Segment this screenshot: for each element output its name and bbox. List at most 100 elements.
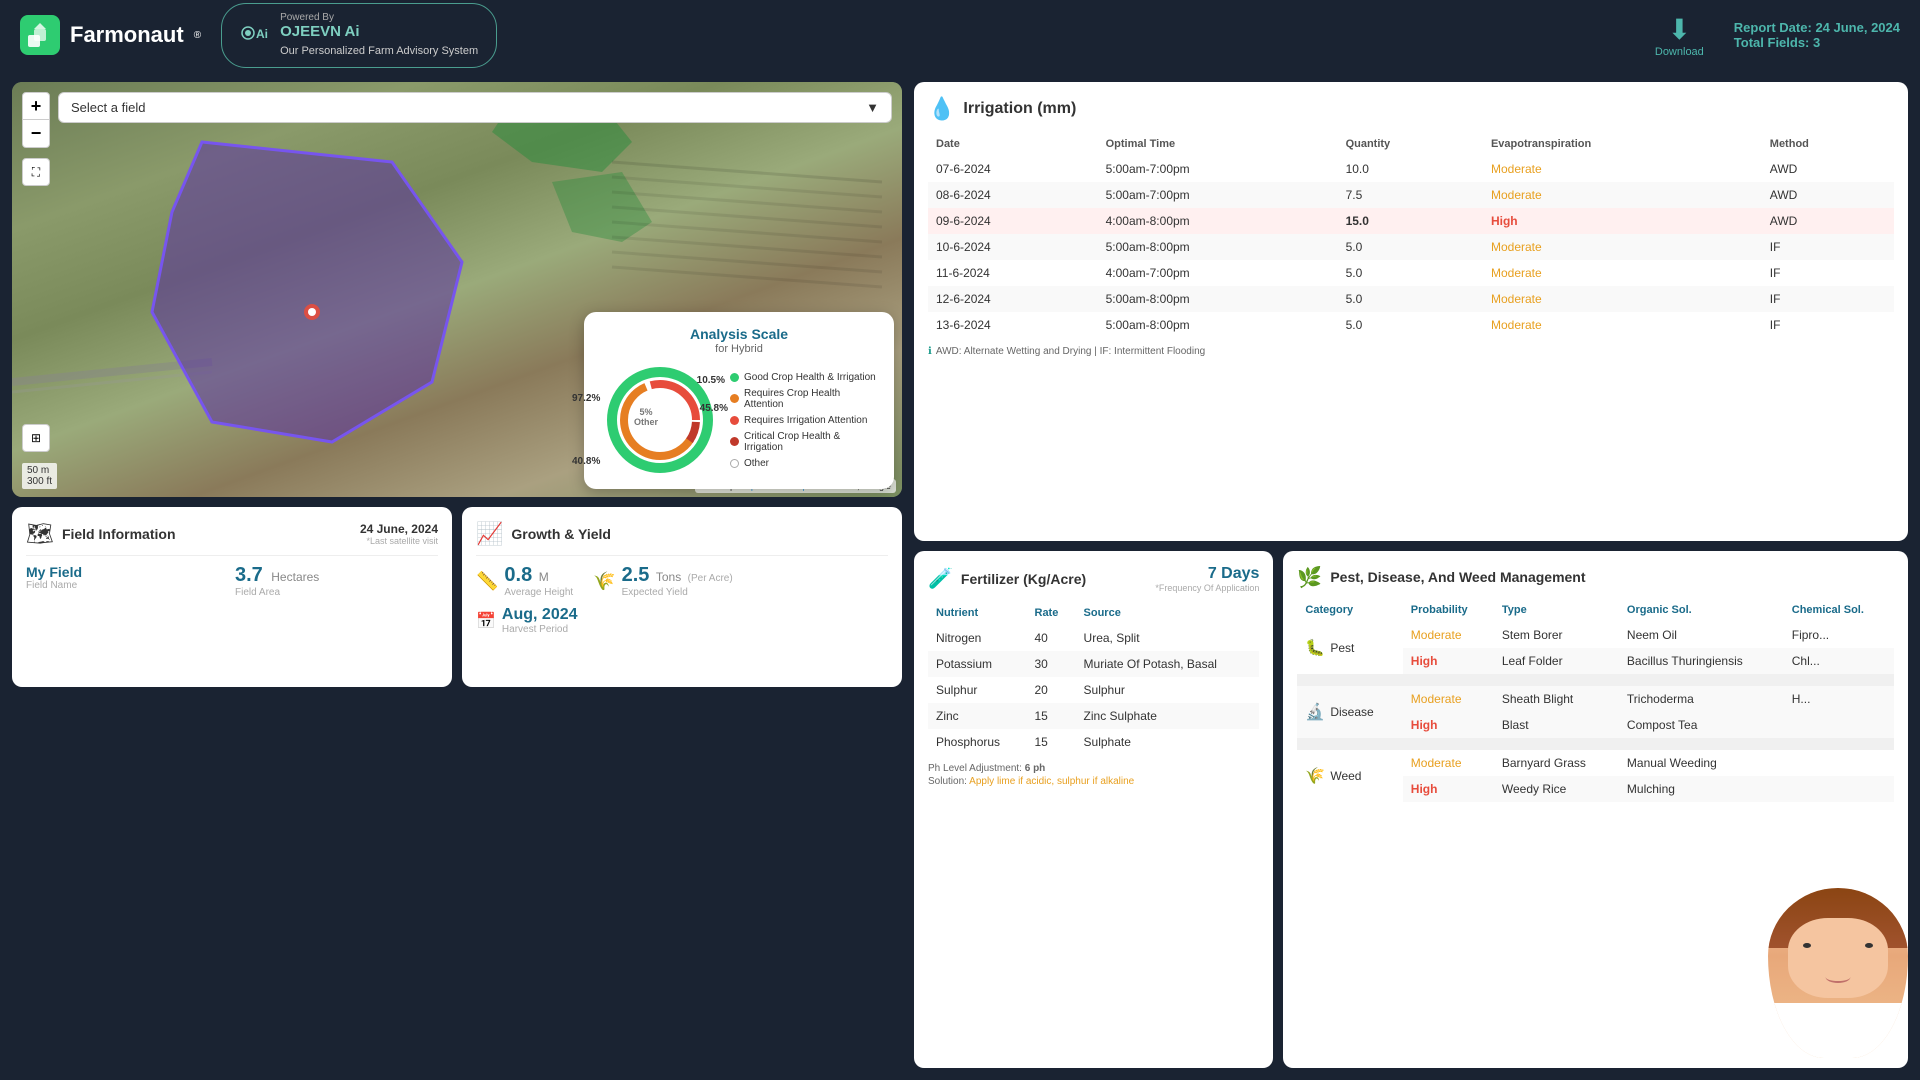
pest-body: 🐛 Pest Moderate Stem Borer Neem Oil Fipr… xyxy=(1297,622,1894,802)
avatar-shirt xyxy=(1768,1003,1908,1058)
field-polygon xyxy=(152,142,462,442)
cell-qty: 5.0 xyxy=(1338,286,1483,312)
cell-chemical: Chl... xyxy=(1784,648,1894,674)
jeevn-text: Powered By OJEEVN Ai Our Personalized Fa… xyxy=(280,12,478,59)
irrigation-body: 07-6-2024 5:00am-7:00pm 10.0 Moderate AW… xyxy=(928,156,1894,338)
download-button[interactable]: ⬇ Download xyxy=(1655,13,1704,58)
cell-method: IF xyxy=(1762,286,1894,312)
cell-et: Moderate xyxy=(1483,286,1762,312)
col-date: Date xyxy=(928,132,1098,156)
irrigation-header-row: Date Optimal Time Quantity Evapotranspir… xyxy=(928,132,1894,156)
pest-spacer-row xyxy=(1297,674,1894,686)
bottom-row: 🗺 Field Information 24 June, 2024 *Last … xyxy=(12,507,902,687)
col-type: Type xyxy=(1494,598,1619,622)
cell-category: 🔬 Disease xyxy=(1297,686,1402,738)
fertilizer-row: Phosphorus 15 Sulphate xyxy=(928,729,1259,755)
yield-icon: 🌾 xyxy=(593,571,615,592)
cell-organic: Trichoderma xyxy=(1619,686,1784,712)
col-rate: Rate xyxy=(1027,601,1076,625)
cell-prob: High xyxy=(1403,776,1494,802)
cell-prob: Moderate xyxy=(1403,622,1494,648)
cell-et: Moderate xyxy=(1483,182,1762,208)
irrigation-table: Date Optimal Time Quantity Evapotranspir… xyxy=(928,132,1894,338)
legend-item-5: Other xyxy=(730,458,878,469)
zoom-in-button[interactable]: + xyxy=(22,92,50,120)
legend-dot-4 xyxy=(730,437,739,446)
cell-method: IF xyxy=(1762,312,1894,338)
field-info-date-area: 24 June, 2024 *Last satellite visit xyxy=(360,522,438,546)
cell-qty: 5.0 xyxy=(1338,260,1483,286)
pest-card: 🌿 Pest, Disease, And Weed Management Cat… xyxy=(1283,551,1908,1068)
cell-chemical: H... xyxy=(1784,686,1894,712)
cell-qty: 7.5 xyxy=(1338,182,1483,208)
pest-icon: 🌿 xyxy=(1297,565,1322,590)
avatar-body xyxy=(1768,888,1908,1058)
field-select-dropdown[interactable]: Select a field ▼ xyxy=(58,92,892,123)
report-info: Report Date: 24 June, 2024 Total Fields:… xyxy=(1734,20,1900,50)
cell-qty: 10.0 xyxy=(1338,156,1483,182)
freq-label: *Frequency Of Application xyxy=(1155,583,1259,593)
map-container[interactable]: + − ⛶ ⊞ Select a field ▼ 50 m 300 ft xyxy=(12,82,902,497)
fertilizer-icon: 🧪 xyxy=(928,566,953,591)
bottom-right-row: 🧪 Fertilizer (Kg/Acre) 7 Days *Frequency… xyxy=(914,551,1908,1068)
cell-time: 5:00am-7:00pm xyxy=(1098,156,1338,182)
cell-method: AWD xyxy=(1762,182,1894,208)
note-text: AWD: Alternate Wetting and Drying | IF: … xyxy=(936,346,1205,357)
cell-et: Moderate xyxy=(1483,156,1762,182)
col-method: Method xyxy=(1762,132,1894,156)
fullscreen-button[interactable]: ⛶ xyxy=(22,158,50,186)
irrigation-header: 💧 Irrigation (mm) xyxy=(928,96,1894,122)
pest-row: 🐛 Pest Moderate Stem Borer Neem Oil Fipr… xyxy=(1297,622,1894,648)
growth-stats-row: 📏 0.8 M Average Height 🌾 xyxy=(476,564,888,598)
report-date: Report Date: 24 June, 2024 xyxy=(1734,20,1900,35)
logo-reg: ® xyxy=(194,30,201,41)
solution-label: Solution: xyxy=(928,776,967,787)
cell-nutrient: Potassium xyxy=(928,651,1027,677)
dropdown-arrow-icon: ▼ xyxy=(866,100,879,115)
cell-et: Moderate xyxy=(1483,260,1762,286)
map-zoom-controls: + − xyxy=(22,92,50,148)
cell-prob: Moderate xyxy=(1403,750,1494,776)
field-area-label: Field Area xyxy=(235,587,438,598)
cell-source: Muriate Of Potash, Basal xyxy=(1076,651,1260,677)
analysis-legend: Good Crop Health & Irrigation Requires C… xyxy=(730,372,878,469)
cell-date: 13-6-2024 xyxy=(928,312,1098,338)
field-name-sublabel: Field Name xyxy=(26,580,229,591)
right-column: 💧 Irrigation (mm) Date Optimal Time Quan… xyxy=(914,82,1908,1068)
pest-spacer-row xyxy=(1297,738,1894,750)
cell-rate: 15 xyxy=(1027,729,1076,755)
analysis-title: Analysis Scale xyxy=(600,326,878,342)
cell-category: 🐛 Pest xyxy=(1297,622,1402,674)
pct-97: 97.2% xyxy=(572,393,600,404)
field-info-header: 🗺 Field Information 24 June, 2024 *Last … xyxy=(26,521,438,547)
download-icon: ⬇ xyxy=(1655,13,1704,46)
cell-method: IF xyxy=(1762,260,1894,286)
growth-title: Growth & Yield xyxy=(511,526,611,542)
cell-date: 11-6-2024 xyxy=(928,260,1098,286)
analysis-body: 97.2% 10.5% 45.8% 5%Other 40.8% Good Cro… xyxy=(600,365,878,475)
cell-category: 🌾 Weed xyxy=(1297,750,1402,802)
cell-time: 5:00am-8:00pm xyxy=(1098,312,1338,338)
cell-qty: 5.0 xyxy=(1338,312,1483,338)
map-scale: 50 m 300 ft xyxy=(22,463,57,489)
logo-box: Farmonaut® xyxy=(20,15,201,55)
cell-organic: Manual Weeding xyxy=(1619,750,1784,776)
yield-label: Expected Yield xyxy=(622,587,733,598)
layers-button[interactable]: ⊞ xyxy=(22,424,50,452)
cell-et: High xyxy=(1483,208,1762,234)
cell-chemical xyxy=(1784,776,1894,802)
cell-type: Sheath Blight xyxy=(1494,686,1619,712)
col-nutrient: Nutrient xyxy=(928,601,1027,625)
cell-chemical xyxy=(1784,750,1894,776)
height-unit: M xyxy=(539,570,549,584)
zoom-out-button[interactable]: − xyxy=(22,120,50,148)
cell-source: Zinc Sulphate xyxy=(1076,703,1260,729)
jeevn-label: OJEEVN Ai xyxy=(280,23,359,40)
col-organic: Organic Sol. xyxy=(1619,598,1784,622)
col-category: Category xyxy=(1297,598,1402,622)
col-et: Evapotranspiration xyxy=(1483,132,1762,156)
header-right: ⬇ Download Report Date: 24 June, 2024 To… xyxy=(1655,13,1900,58)
solution-text[interactable]: Apply lime if acidic, sulphur if alkalin… xyxy=(969,776,1134,787)
growth-icon: 📈 xyxy=(476,521,503,547)
green-area-2 xyxy=(552,172,652,242)
